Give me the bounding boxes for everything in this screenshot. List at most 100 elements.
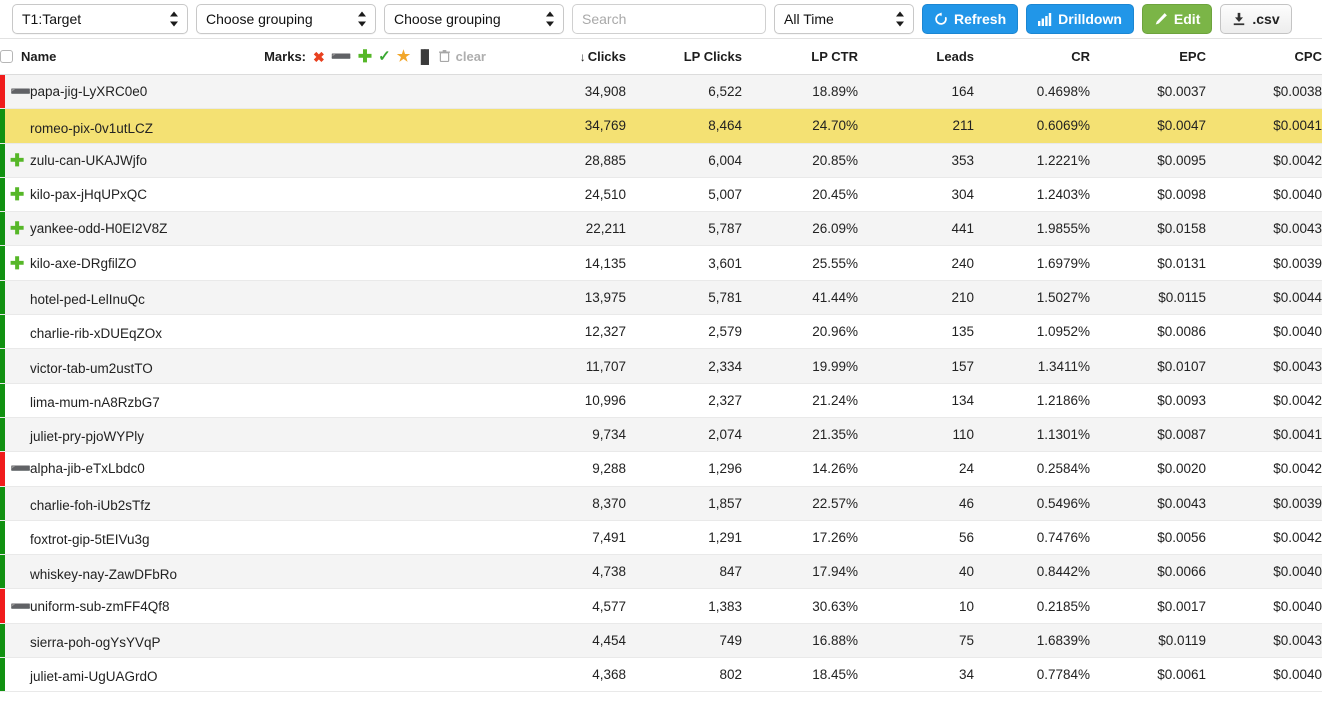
- trash-icon[interactable]: [439, 50, 450, 64]
- cell-leads: 110: [858, 417, 974, 451]
- row-name-cell[interactable]: sierra-poh-ogYsYVqP: [0, 623, 510, 657]
- table-row[interactable]: romeo-pix-0v1utLCZ34,7698,46424.70%2110.…: [0, 109, 1322, 143]
- row-name-cell[interactable]: ✚zulu-can-UKAJWjfo: [0, 143, 510, 177]
- mark-minus-icon[interactable]: ➖: [331, 48, 352, 65]
- mark-x-icon[interactable]: ✖: [313, 50, 325, 64]
- cpc-column-header[interactable]: CPC: [1206, 39, 1322, 75]
- cell-clicks: 4,738: [510, 555, 626, 589]
- table-row[interactable]: victor-tab-um2ustTO11,7072,33419.99%1571…: [0, 349, 1322, 383]
- row-name-cell[interactable]: ✚kilo-pax-jHqUPxQC: [0, 177, 510, 211]
- export-csv-button[interactable]: .csv: [1220, 4, 1291, 34]
- drilldown-button[interactable]: Drilldown: [1026, 4, 1134, 34]
- mark-plus-icon[interactable]: ✚: [358, 48, 372, 65]
- table-row[interactable]: ✚kilo-axe-DRgfilZO14,1353,60125.55%2401.…: [0, 246, 1322, 280]
- row-mark-minus-icon[interactable]: ➖: [10, 460, 23, 477]
- edit-label: Edit: [1174, 11, 1200, 27]
- cell-cpc: $0.0039: [1206, 486, 1322, 520]
- row-name-cell[interactable]: ✚kilo-axe-DRgfilZO: [0, 246, 510, 280]
- mark-check-icon[interactable]: ✓: [378, 49, 391, 64]
- cell-cr: 1.6979%: [974, 246, 1090, 280]
- lp-clicks-column-header[interactable]: LP Clicks: [626, 39, 742, 75]
- edit-button[interactable]: Edit: [1142, 4, 1212, 34]
- search-input[interactable]: Search: [572, 4, 766, 34]
- row-name-cell[interactable]: lima-mum-nA8RzbG7: [0, 383, 510, 417]
- cell-lp-clicks: 3,601: [626, 246, 742, 280]
- row-mark-minus-icon[interactable]: ➖: [10, 83, 23, 100]
- row-status-bar: [0, 349, 5, 382]
- table-row[interactable]: ➖alpha-jib-eTxLbdc09,2881,29614.26%240.2…: [0, 452, 1322, 486]
- cell-leads: 135: [858, 315, 974, 349]
- cell-cpc: $0.0040: [1206, 555, 1322, 589]
- data-table: Name Marks: ✖ ➖ ✚ ✓ ★ ▐▌: [0, 39, 1322, 692]
- cell-lp-clicks: 1,857: [626, 486, 742, 520]
- mark-pause-icon[interactable]: ▐▌: [416, 50, 432, 63]
- table-row[interactable]: ✚kilo-pax-jHqUPxQC24,5105,00720.45%3041.…: [0, 177, 1322, 211]
- target-select-value: T1:Target: [22, 11, 81, 27]
- target-select[interactable]: T1:Target: [12, 4, 188, 34]
- row-name-cell[interactable]: whiskey-nay-ZawDFbRo: [0, 555, 510, 589]
- row-name-cell[interactable]: foxtrot-gip-5tEIVu3g: [0, 520, 510, 554]
- clicks-column-header[interactable]: ↓Clicks: [510, 39, 626, 75]
- grouping1-select[interactable]: Choose grouping: [196, 4, 376, 34]
- table-row[interactable]: hotel-ped-LelInuQc13,9755,78141.44%2101.…: [0, 280, 1322, 314]
- row-status-bar: [0, 212, 5, 245]
- row-name-cell[interactable]: charlie-foh-iUb2sTfz: [0, 486, 510, 520]
- cell-epc: $0.0056: [1090, 520, 1206, 554]
- row-name-cell[interactable]: ➖papa-jig-LyXRC0e0: [0, 75, 510, 109]
- cell-cpc: $0.0043: [1206, 349, 1322, 383]
- cell-clicks: 12,327: [510, 315, 626, 349]
- cell-clicks: 34,769: [510, 109, 626, 143]
- row-name-label: charlie-rib-xDUEqZOx: [30, 326, 162, 341]
- bar-chart-icon: [1038, 13, 1052, 26]
- table-row[interactable]: foxtrot-gip-5tEIVu3g7,4911,29117.26%560.…: [0, 520, 1322, 554]
- row-mark-plus-icon[interactable]: ✚: [10, 186, 23, 203]
- clear-marks-button[interactable]: clear: [456, 49, 486, 64]
- select-all-checkbox[interactable]: [0, 50, 13, 63]
- leads-column-header[interactable]: Leads: [858, 39, 974, 75]
- table-row[interactable]: ➖papa-jig-LyXRC0e034,9086,52218.89%1640.…: [0, 75, 1322, 109]
- cell-lp-ctr: 24.70%: [742, 109, 858, 143]
- table-row[interactable]: charlie-rib-xDUEqZOx12,3272,57920.96%135…: [0, 315, 1322, 349]
- cr-column-header[interactable]: CR: [974, 39, 1090, 75]
- row-name-label: charlie-foh-iUb2sTfz: [30, 498, 151, 513]
- grouping2-select[interactable]: Choose grouping: [384, 4, 564, 34]
- row-name-cell[interactable]: juliet-pry-pjoWYPly: [0, 417, 510, 451]
- table-row[interactable]: juliet-ami-UgUAGrdO4,36880218.45%340.778…: [0, 658, 1322, 692]
- row-name-cell[interactable]: ➖alpha-jib-eTxLbdc0: [0, 452, 510, 486]
- mark-star-icon[interactable]: ★: [397, 49, 410, 64]
- table-row[interactable]: ✚zulu-can-UKAJWjfo28,8856,00420.85%3531.…: [0, 143, 1322, 177]
- row-mark-plus-icon[interactable]: ✚: [10, 152, 23, 169]
- table-row[interactable]: ✚yankee-odd-H0EI2V8Z22,2115,78726.09%441…: [0, 212, 1322, 246]
- table-row[interactable]: charlie-foh-iUb2sTfz8,3701,85722.57%460.…: [0, 486, 1322, 520]
- row-mark-plus-icon[interactable]: ✚: [10, 255, 23, 272]
- refresh-button[interactable]: Refresh: [922, 4, 1018, 34]
- table-row[interactable]: lima-mum-nA8RzbG710,9962,32721.24%1341.2…: [0, 383, 1322, 417]
- row-name-cell[interactable]: ➖uniform-sub-zmFF4Qf8: [0, 589, 510, 623]
- cell-clicks: 10,996: [510, 383, 626, 417]
- table-row[interactable]: ➖uniform-sub-zmFF4Qf84,5771,38330.63%100…: [0, 589, 1322, 623]
- row-mark-plus-icon[interactable]: ✚: [10, 220, 23, 237]
- row-name-label: romeo-pix-0v1utLCZ: [30, 121, 153, 136]
- cell-cpc: $0.0042: [1206, 143, 1322, 177]
- row-name-cell[interactable]: romeo-pix-0v1utLCZ: [0, 109, 510, 143]
- table-row[interactable]: juliet-pry-pjoWYPly9,7342,07421.35%1101.…: [0, 417, 1322, 451]
- row-name-cell[interactable]: hotel-ped-LelInuQc: [0, 280, 510, 314]
- cell-leads: 46: [858, 486, 974, 520]
- row-name-cell[interactable]: juliet-ami-UgUAGrdO: [0, 658, 510, 692]
- time-range-select[interactable]: All Time: [774, 4, 914, 34]
- cell-cr: 1.6839%: [974, 623, 1090, 657]
- table-row[interactable]: sierra-poh-ogYsYVqP4,45474916.88%751.683…: [0, 623, 1322, 657]
- export-csv-label: .csv: [1252, 11, 1279, 27]
- epc-column-header[interactable]: EPC: [1090, 39, 1206, 75]
- table-row[interactable]: whiskey-nay-ZawDFbRo4,73884717.94%400.84…: [0, 555, 1322, 589]
- clicks-column-label: Clicks: [588, 49, 626, 64]
- cell-leads: 34: [858, 658, 974, 692]
- row-mark-minus-icon[interactable]: ➖: [10, 598, 23, 615]
- sort-desc-icon: ↓: [580, 50, 586, 64]
- lp-ctr-column-header[interactable]: LP CTR: [742, 39, 858, 75]
- row-name-cell[interactable]: charlie-rib-xDUEqZOx: [0, 315, 510, 349]
- row-name-cell[interactable]: ✚yankee-odd-H0EI2V8Z: [0, 212, 510, 246]
- cell-epc: $0.0066: [1090, 555, 1206, 589]
- row-name-cell[interactable]: victor-tab-um2ustTO: [0, 349, 510, 383]
- cell-cr: 1.5027%: [974, 280, 1090, 314]
